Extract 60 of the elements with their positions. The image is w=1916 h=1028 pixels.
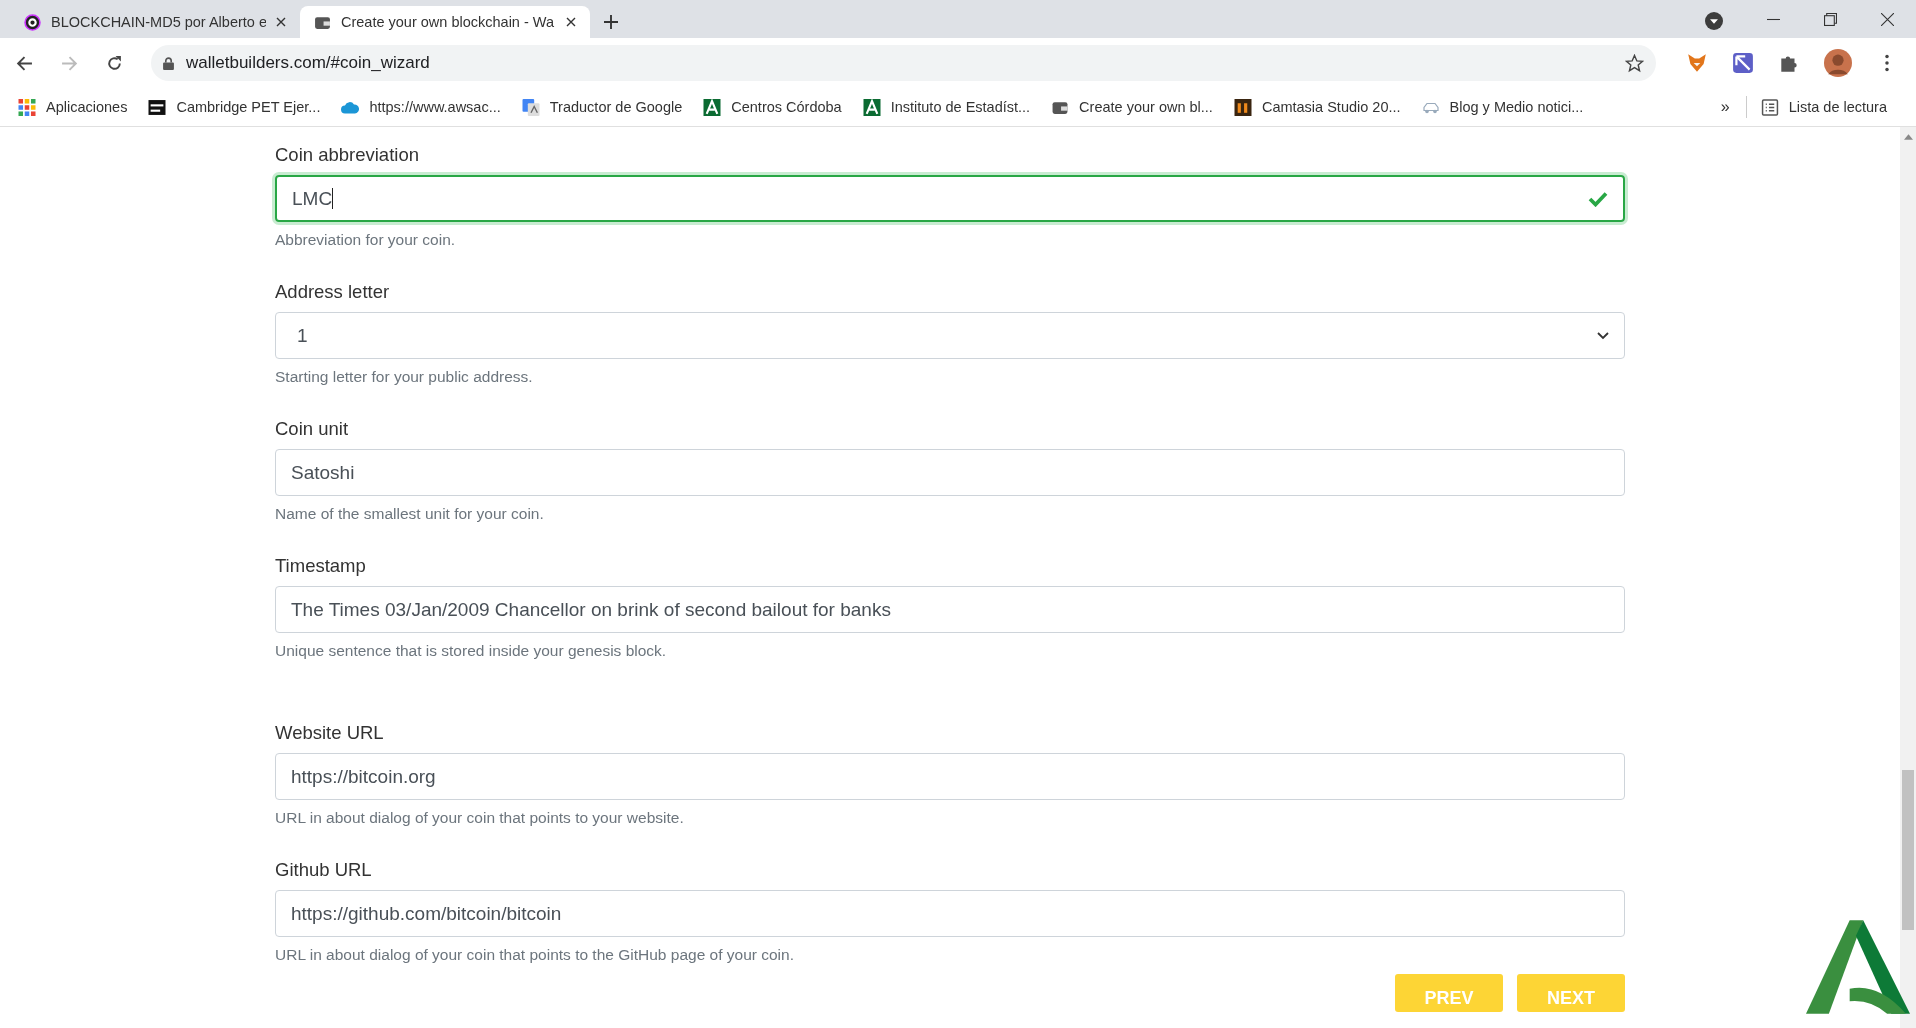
close-icon[interactable] xyxy=(566,17,576,27)
text-field[interactable]: https://github.com/bitcoin/bitcoin xyxy=(275,890,1625,937)
list-icon xyxy=(1760,98,1779,116)
text-field[interactable]: Satoshi xyxy=(275,449,1625,496)
letter-a-icon xyxy=(703,98,722,116)
app-logo-icon xyxy=(1233,98,1252,116)
tab-title: Create your own blockchain - Wa xyxy=(341,14,556,30)
url-text: walletbuilders.com/#coin_wizard xyxy=(186,53,430,73)
field-label: Timestamp xyxy=(275,555,366,577)
field-label: Github URL xyxy=(275,859,372,881)
bookmark[interactable]: Blog y Medio notici... xyxy=(1421,98,1584,116)
bookmark[interactable]: Cambridge PET Ejer... xyxy=(148,98,321,116)
avatar-icon[interactable] xyxy=(1824,49,1852,77)
tab-title: BLOCKCHAIN-MD5 por Alberto e xyxy=(51,14,266,30)
address-bar[interactable]: walletbuilders.com/#coin_wizard xyxy=(151,45,1656,81)
bookmark[interactable]: Camtasia Studio 20... xyxy=(1233,98,1401,116)
restore-icon[interactable] xyxy=(1824,13,1837,26)
select-field[interactable]: 1 xyxy=(275,312,1625,359)
check-icon xyxy=(1588,190,1608,207)
letter-a-icon xyxy=(862,98,881,116)
bookmark[interactable]: Create your own bl... xyxy=(1051,98,1213,116)
star-icon[interactable] xyxy=(1625,53,1644,73)
field-label: Address letter xyxy=(275,281,390,303)
close-icon[interactable] xyxy=(276,17,286,27)
circle-logo-icon xyxy=(24,13,41,31)
bookmark[interactable]: Traductor de Google xyxy=(521,98,683,116)
bookmark[interactable]: https://www.awsac... xyxy=(341,98,501,116)
help-text: Unique sentence that is stored inside your genesis block. xyxy=(275,642,667,660)
field-label: Coin abbreviation xyxy=(275,144,419,166)
field-label: Website URL xyxy=(275,722,384,744)
field-label: Coin unit xyxy=(275,418,348,440)
chevron-down-icon xyxy=(1597,331,1609,340)
reload-icon[interactable] xyxy=(106,54,123,72)
reading-list[interactable]: Lista de lectura xyxy=(1760,98,1887,116)
bookmark[interactable]: Aplicaciones xyxy=(18,98,128,116)
help-text: Starting letter for your public address. xyxy=(275,368,533,386)
browser-tab[interactable]: Create your own blockchain - Wa xyxy=(300,6,590,38)
scrollbar-thumb[interactable] xyxy=(1902,770,1914,930)
help-text: URL in about dialog of your coin that points to your website. xyxy=(275,809,684,827)
text-field[interactable]: The Times 03/Jan/2009 Chancellor on brink of second bailout for banks xyxy=(275,586,1625,633)
help-text: URL in about dialog of your coin that points to the GitHub page of your coin. xyxy=(275,946,794,964)
bookmark[interactable]: Centros Córdoba xyxy=(703,98,842,116)
browser-tab[interactable]: BLOCKCHAIN-MD5 por Alberto e xyxy=(10,6,300,38)
a-logo-icon xyxy=(1806,920,1910,1014)
text-field[interactable]: LMC xyxy=(275,175,1625,222)
new-tab-icon[interactable] xyxy=(604,15,618,29)
tab-search-icon[interactable] xyxy=(1705,12,1723,30)
translate-icon xyxy=(521,98,540,116)
fox-icon[interactable] xyxy=(1686,52,1708,74)
help-text: Abbreviation for your coin. xyxy=(275,231,456,249)
back-icon[interactable] xyxy=(16,54,33,72)
site-logo-icon xyxy=(148,98,167,116)
more-bookmarks[interactable]: » xyxy=(1720,98,1730,116)
lock-icon xyxy=(163,56,174,70)
bookmark[interactable]: Instituto de Estadíst... xyxy=(862,98,1031,116)
apps-grid-icon xyxy=(18,98,36,116)
text-field[interactable]: https://bitcoin.org xyxy=(275,753,1625,800)
help-text: Name of the smallest unit for your coin. xyxy=(275,505,544,523)
scroll-up-icon[interactable] xyxy=(1903,134,1913,140)
close-icon[interactable] xyxy=(1881,13,1894,26)
